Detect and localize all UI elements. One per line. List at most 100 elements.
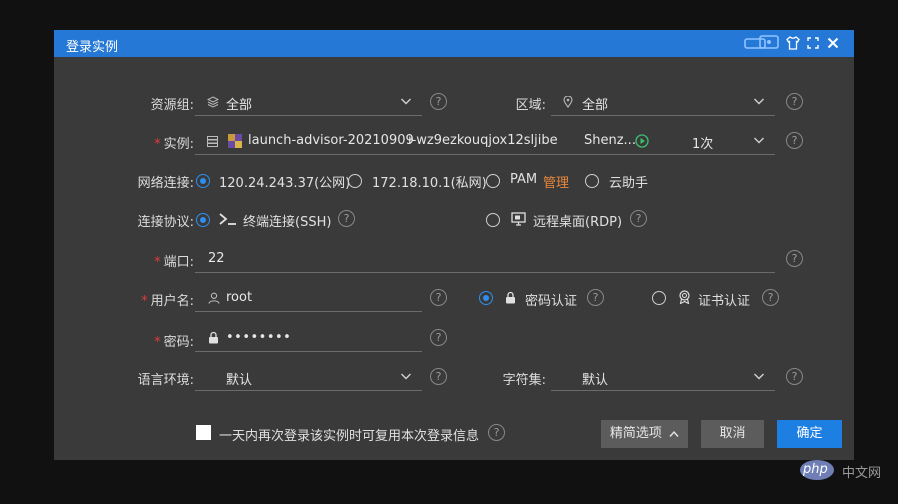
terminal-icon [219, 213, 236, 225]
username-label: * 用户名: [124, 290, 194, 309]
login-instance-dialog: 登录实例 资源组: 全部 ? 区域: 全部 ? * 实例: launch-adv… [54, 30, 854, 460]
fullscreen-icon[interactable] [806, 35, 820, 51]
instance-select[interactable]: launch-advisor-20210909 i-wz9ezkouqjox12… [195, 128, 775, 155]
instance-logo-icon [228, 134, 242, 148]
required-mark: * [141, 294, 148, 309]
resource-group-label: 资源组: [150, 98, 194, 113]
user-icon [208, 292, 220, 304]
running-status-icon [635, 134, 649, 148]
network-label: 网络连接: [137, 176, 194, 191]
help-icon[interactable]: ? [786, 368, 803, 385]
advanced-options-label: 精简选项 [609, 426, 662, 441]
location-pin-icon [563, 96, 573, 108]
close-icon[interactable] [826, 35, 840, 51]
instance-label: * 实例: [124, 133, 194, 152]
watermark-site: 中文网 [842, 466, 882, 481]
instance-id: i-wz9ezkouqjox12sljibe [408, 133, 558, 148]
protocol-option-ssh[interactable]: 终端连接(SSH) [243, 211, 331, 230]
password-label: * 密码: [124, 331, 194, 350]
password-input[interactable]: •••••••• [195, 325, 422, 352]
auth-radio-password[interactable] [479, 291, 493, 305]
region-label: 区域: [515, 98, 546, 113]
instance-name: launch-advisor-20210909 [248, 133, 414, 148]
help-icon[interactable]: ? [338, 210, 355, 227]
certificate-icon [679, 290, 690, 304]
pam-manage-link[interactable]: 管理 [543, 172, 569, 191]
port-label: * 端口: [124, 251, 194, 270]
help-icon[interactable]: ? [786, 93, 803, 110]
locale-value: 默认 [226, 373, 253, 388]
help-icon[interactable]: ? [786, 132, 803, 149]
protocol-radio-rdp[interactable] [486, 213, 500, 227]
instance-zone: Shenz... [584, 133, 636, 148]
password-label-text: 密码: [163, 335, 194, 350]
required-mark: * [154, 335, 161, 350]
network-radio-public[interactable] [196, 174, 210, 188]
username-input[interactable]: root [195, 285, 422, 312]
title-bar-actions [744, 35, 840, 51]
chevron-down-icon [401, 98, 411, 105]
cancel-button[interactable]: 取消 [701, 420, 764, 448]
network-option-private[interactable]: 172.18.10.1(私网) [372, 172, 487, 191]
locale-label: 语言环境: [137, 373, 194, 388]
network-option-pam[interactable]: PAM [510, 172, 537, 187]
help-icon[interactable]: ? [430, 289, 447, 306]
network-option-public[interactable]: 120.24.243.37(公网) [219, 172, 350, 191]
network-option-assistant[interactable]: 云助手 [609, 172, 648, 191]
username-label-text: 用户名: [150, 294, 194, 309]
help-icon[interactable]: ? [430, 329, 447, 346]
lock-icon [506, 291, 515, 304]
php-logo: php [800, 460, 834, 480]
charset-select[interactable]: 默认 [551, 364, 775, 391]
password-value: •••••••• [226, 330, 292, 345]
instance-label-text: 实例: [163, 137, 194, 152]
shirt-icon[interactable] [786, 35, 800, 51]
auth-option-password[interactable]: 密码认证 [525, 290, 577, 309]
protocol-label: 连接协议: [137, 215, 194, 230]
lock-icon [209, 331, 218, 344]
protocol-radio-ssh[interactable] [196, 213, 210, 227]
help-icon[interactable]: ? [786, 250, 803, 267]
port-label-text: 端口: [163, 255, 194, 270]
remember-checkbox[interactable] [196, 425, 211, 440]
chevron-down-icon [754, 98, 764, 105]
protocol-option-rdp[interactable]: 远程桌面(RDP) [533, 211, 622, 230]
help-icon[interactable]: ? [630, 210, 647, 227]
php-logo-text: php [803, 462, 828, 477]
network-radio-private[interactable] [348, 174, 362, 188]
help-icon[interactable]: ? [488, 424, 505, 441]
remote-desktop-icon [511, 212, 526, 226]
network-radio-assistant[interactable] [585, 174, 599, 188]
help-icon[interactable]: ? [587, 289, 604, 306]
region-value: 全部 [582, 98, 609, 113]
locale-select[interactable]: 默认 [195, 364, 422, 391]
resource-group-select[interactable]: 全部 [195, 89, 422, 116]
help-icon[interactable]: ? [430, 93, 447, 110]
server-icon [207, 136, 218, 147]
dialog-title: 登录实例 [66, 40, 119, 55]
remember-label[interactable]: 一天内再次登录该实例时可复用本次登录信息 [219, 425, 479, 444]
chevron-down-icon [754, 137, 764, 144]
network-radio-pam[interactable] [486, 174, 500, 188]
ok-button[interactable]: 确定 [777, 420, 842, 448]
layers-icon [207, 96, 219, 108]
auth-radio-certificate[interactable] [652, 291, 666, 305]
required-mark: * [154, 137, 161, 152]
required-mark: * [154, 255, 161, 270]
port-input[interactable]: 22 [195, 246, 775, 273]
auth-option-certificate[interactable]: 证书认证 [698, 290, 750, 309]
chevron-up-icon [669, 430, 679, 437]
chevron-down-icon [754, 373, 764, 380]
charset-label: 字符集: [502, 373, 546, 388]
port-value: 22 [208, 251, 225, 266]
username-value: root [226, 290, 253, 305]
help-icon[interactable]: ? [762, 289, 779, 306]
help-icon[interactable]: ? [430, 368, 447, 385]
region-select[interactable]: 全部 [551, 89, 775, 116]
advanced-options-button[interactable]: 精简选项 [601, 420, 688, 448]
dialog-title-bar: 登录实例 [54, 30, 854, 57]
cloud-icon[interactable] [744, 35, 780, 51]
chevron-down-icon [401, 373, 411, 380]
resource-group-value: 全部 [226, 98, 253, 113]
charset-value: 默认 [582, 373, 609, 388]
